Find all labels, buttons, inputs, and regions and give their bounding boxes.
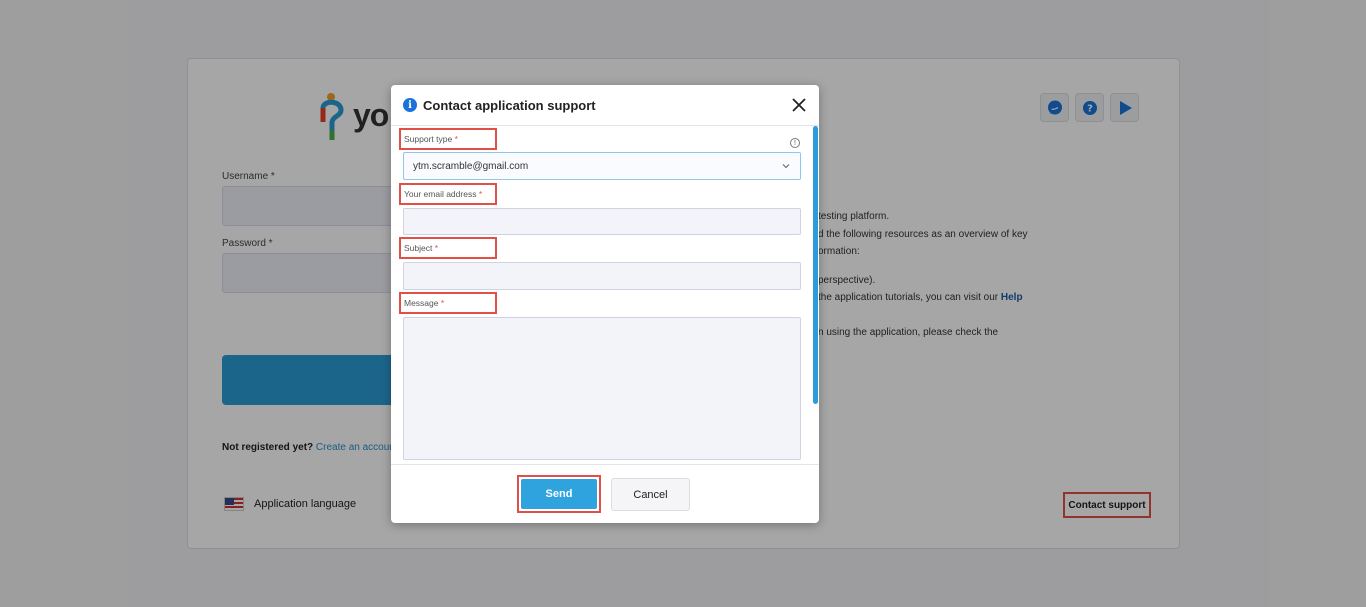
support-type-value: ytm.scramble@gmail.com xyxy=(413,160,529,172)
modal-header: i Contact application support xyxy=(391,85,819,126)
message-label-text: Message xyxy=(404,298,439,308)
required-mark: * xyxy=(434,243,439,253)
cancel-button[interactable]: Cancel xyxy=(611,478,690,511)
send-button-highlight: Send xyxy=(517,475,601,513)
required-mark: * xyxy=(440,298,445,308)
close-icon[interactable] xyxy=(791,97,807,113)
message-textarea[interactable] xyxy=(403,317,801,460)
support-type-select[interactable]: ytm.scramble@gmail.com xyxy=(403,152,801,180)
support-type-help-icon[interactable]: ! xyxy=(790,138,800,148)
subject-label-text: Subject xyxy=(404,243,433,253)
support-type-label: Support type * xyxy=(399,128,497,150)
subject-label: Subject * xyxy=(399,237,497,259)
required-mark: * xyxy=(478,189,483,199)
email-label-text: Your email address xyxy=(404,189,477,199)
send-button[interactable]: Send xyxy=(521,479,597,509)
subject-input[interactable] xyxy=(403,262,801,290)
email-input[interactable] xyxy=(403,208,801,235)
message-label: Message * xyxy=(399,292,497,314)
email-label: Your email address * xyxy=(399,183,497,205)
modal-title: Contact application support xyxy=(423,97,596,113)
info-icon: i xyxy=(403,98,417,112)
modal-footer xyxy=(391,464,819,523)
modal-scrollbar[interactable] xyxy=(813,126,818,404)
support-type-label-text: Support type xyxy=(404,134,453,144)
chevron-down-icon xyxy=(782,164,790,169)
required-mark: * xyxy=(454,134,458,144)
